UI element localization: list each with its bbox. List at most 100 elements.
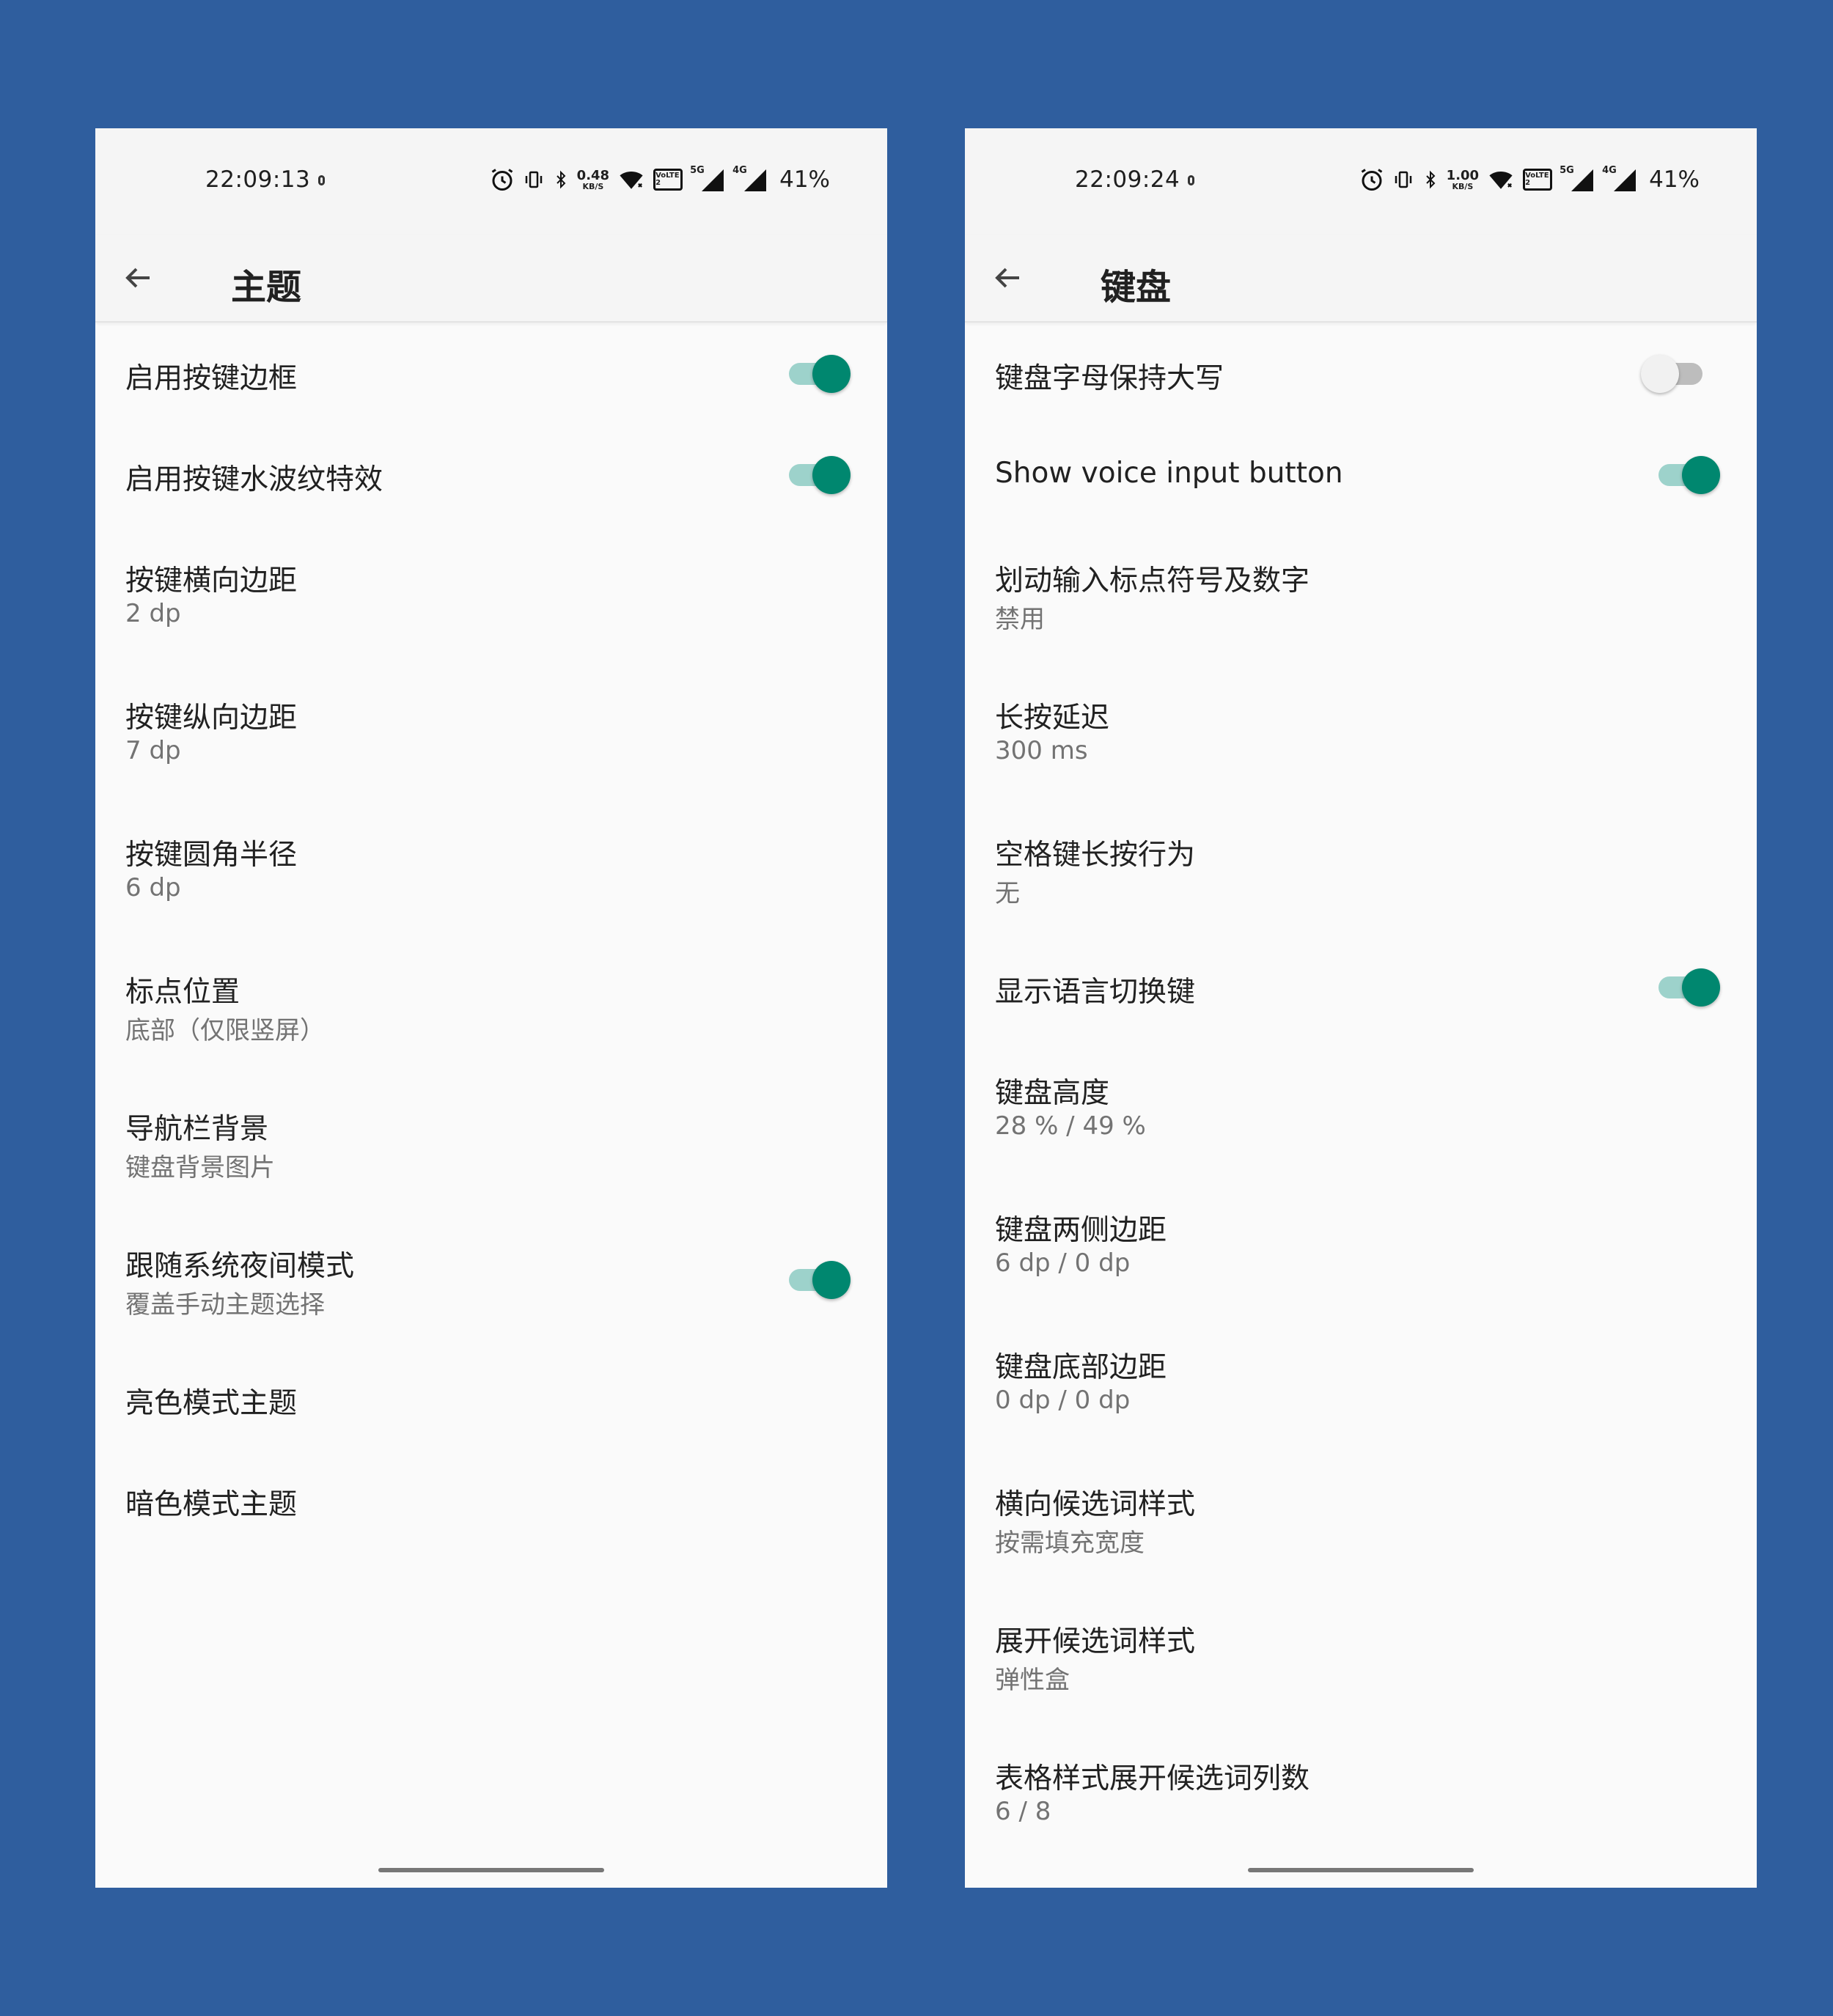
arrow-back-icon [125,268,150,288]
setting-keep-uppercase[interactable]: 键盘字母保持大写 [965,323,1757,424]
sync-icon [1188,175,1194,185]
setting-summary: 6 / 8 [995,1797,1051,1826]
setting-title: 启用按键水波纹特效 [125,463,383,496]
setting-summary: 0 dp / 0 dp [995,1386,1131,1415]
setting-light-theme[interactable]: 亮色模式主题 [95,1347,887,1449]
setting-dark-theme[interactable]: 暗色模式主题 [95,1449,887,1550]
setting-title: 导航栏背景 [125,1113,269,1146]
setting-title: 横向候选词样式 [995,1488,1196,1521]
theme-settings-screen: 22:09:13 0.48 KB/S VoLTE 2 5G 4G 41% 主题 … [95,128,887,1888]
toggle-switch[interactable] [1641,353,1705,394]
app-bar: 键盘 [965,235,1757,323]
wifi-icon [617,167,646,192]
setting-title: 按键横向边距 [125,564,298,597]
setting-grid-columns[interactable]: 表格样式展开候选词列数 6 / 8 [965,1723,1757,1860]
alarm-icon [489,166,515,193]
toggle-switch[interactable] [789,1259,851,1300]
home-indicator[interactable] [378,1868,604,1872]
setting-horizontal-candidates[interactable]: 横向候选词样式 按需填充宽度 [965,1449,1757,1586]
setting-voice-input[interactable]: Show voice input button [965,424,1757,525]
setting-title: 按键圆角半径 [125,839,298,872]
status-bar: 22:09:24 1.00 KB/S VoLTE 2 5G 4G 41% [965,128,1757,235]
setting-vertical-margin[interactable]: 按键纵向边距 7 dp [95,662,887,799]
volte-icon: VoLTE 2 [1523,169,1553,191]
setting-side-margin[interactable]: 键盘两侧边距 6 dp / 0 dp [965,1174,1757,1311]
toggle-switch[interactable] [1658,966,1720,1007]
toggle-switch[interactable] [789,353,851,394]
signal-icon: 5G [1560,165,1595,193]
battery-level: 41% [779,166,830,193]
setting-title: 标点位置 [125,976,240,1009]
status-time: 22:09:24 [1075,166,1180,193]
bluetooth-icon [1422,167,1439,192]
volte-icon: VoLTE 2 [653,169,683,191]
setting-corner-radius[interactable]: 按键圆角半径 6 dp [95,799,887,936]
alarm-icon [1359,166,1385,193]
status-icons: 0.48 KB/S VoLTE 2 5G 4G 41% [489,163,830,196]
setting-horizontal-margin[interactable]: 按键横向边距 2 dp [95,525,887,662]
status-icons: 1.00 KB/S VoLTE 2 5G 4G 41% [1359,163,1700,196]
setting-follow-system-night[interactable]: 跟随系统夜间模式 覆盖手动主题选择 [95,1210,887,1347]
setting-summary: 禁用 [995,605,1045,634]
toggle-switch[interactable] [1658,454,1720,495]
page-title: 主题 [231,267,302,308]
setting-title: 键盘两侧边距 [995,1214,1167,1247]
setting-summary: 覆盖手动主题选择 [125,1290,325,1320]
setting-title: 空格键长按行为 [995,839,1196,872]
page-title: 键盘 [1101,267,1172,308]
net-speed: 1.00 KB/S [1446,167,1480,191]
setting-title: Show voice input button [995,457,1343,490]
setting-keyboard-height[interactable]: 键盘高度 28 % / 49 % [965,1037,1757,1174]
setting-summary: 按需填充宽度 [995,1528,1145,1558]
setting-title: 暗色模式主题 [125,1488,298,1521]
vibrate-icon [1392,169,1414,191]
keyboard-settings-screen: 22:09:24 1.00 KB/S VoLTE 2 5G 4G 41% 键盘 … [965,128,1757,1888]
setting-summary: 300 ms [995,736,1088,765]
setting-title: 划动输入标点符号及数字 [995,564,1310,597]
setting-summary: 6 dp / 0 dp [995,1248,1131,1278]
setting-swipe-symbols[interactable]: 划动输入标点符号及数字 禁用 [965,525,1757,662]
setting-summary: 2 dp [125,599,181,628]
setting-summary: 无 [995,879,1020,908]
setting-title: 跟随系统夜间模式 [125,1250,355,1283]
setting-navbar-background[interactable]: 导航栏背景 键盘背景图片 [95,1073,887,1210]
setting-expanded-candidates[interactable]: 展开候选词样式 弹性盒 [965,1586,1757,1723]
setting-summary: 键盘背景图片 [125,1153,275,1182]
setting-title: 显示语言切换键 [995,976,1196,1009]
setting-bottom-margin[interactable]: 键盘底部边距 0 dp / 0 dp [965,1311,1757,1449]
back-button[interactable] [987,260,1028,295]
battery-level: 41% [1649,166,1700,193]
setting-language-switch[interactable]: 显示语言切换键 [965,936,1757,1037]
bluetooth-icon [552,167,570,192]
toggle-switch[interactable] [789,454,851,495]
setting-summary: 6 dp [125,873,181,902]
signal-icon: 4G [1602,165,1637,193]
setting-space-long-press[interactable]: 空格键长按行为 无 [965,799,1757,936]
setting-summary: 7 dp [125,736,181,765]
signal-icon: 5G [690,165,725,193]
back-button[interactable] [117,260,158,295]
app-bar: 主题 [95,235,887,323]
setting-title: 表格样式展开候选词列数 [995,1762,1310,1795]
setting-summary: 弹性盒 [995,1666,1070,1695]
setting-title: 展开候选词样式 [995,1625,1196,1658]
home-indicator[interactable] [1248,1868,1474,1872]
setting-ripple-effect[interactable]: 启用按键水波纹特效 [95,424,887,525]
setting-long-press-delay[interactable]: 长按延迟 300 ms [965,662,1757,799]
sync-icon [318,175,325,185]
setting-title: 长按延迟 [995,702,1110,735]
status-time: 22:09:13 [205,166,311,193]
setting-key-border[interactable]: 启用按键边框 [95,323,887,424]
wifi-icon [1486,167,1516,192]
setting-title: 启用按键边框 [125,362,298,395]
setting-title: 键盘字母保持大写 [995,362,1224,395]
arrow-back-icon [995,268,1019,288]
setting-summary: 底部（仅限竖屏） [125,1016,325,1045]
setting-title: 键盘高度 [995,1077,1110,1110]
setting-punctuation-position[interactable]: 标点位置 底部（仅限竖屏） [95,936,887,1073]
net-speed: 0.48 KB/S [576,167,610,191]
setting-summary: 28 % / 49 % [995,1111,1146,1141]
status-bar: 22:09:13 0.48 KB/S VoLTE 2 5G 4G 41% [95,128,887,235]
setting-title: 亮色模式主题 [125,1387,298,1420]
setting-title: 键盘底部边距 [995,1351,1167,1384]
